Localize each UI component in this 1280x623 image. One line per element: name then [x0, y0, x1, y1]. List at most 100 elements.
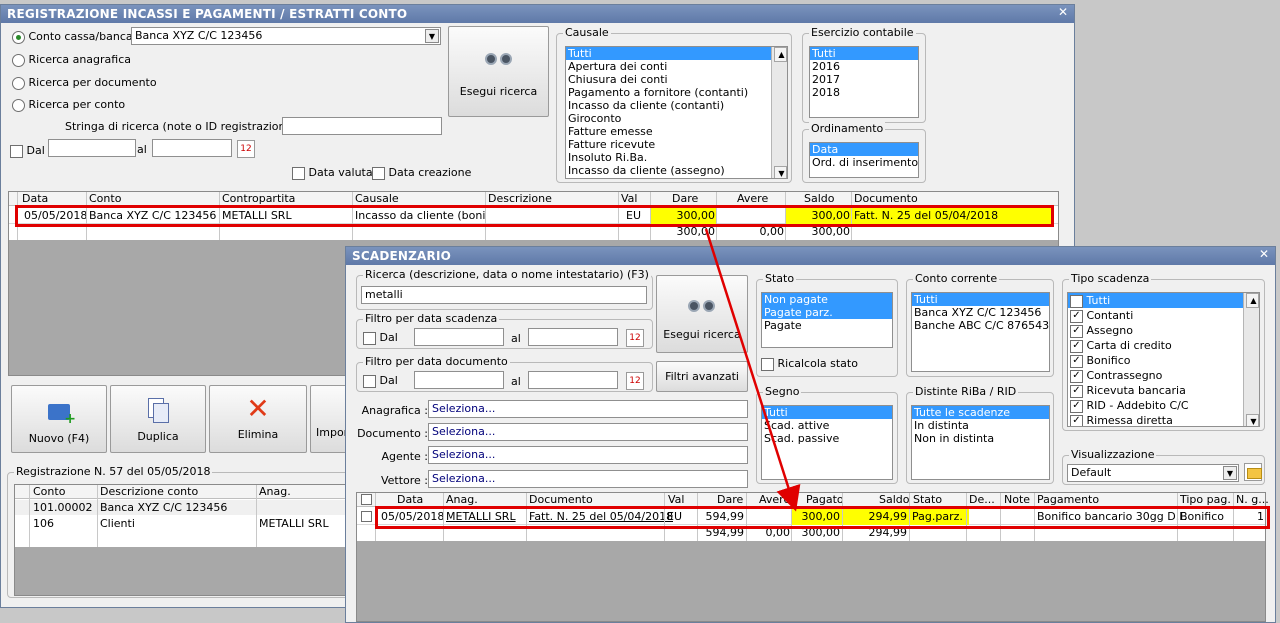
table-row[interactable]: 101.00002 Banca XYZ C/C 123456 [15, 500, 350, 515]
col-saldo[interactable]: Saldo [804, 192, 835, 206]
col-val[interactable]: Val [668, 493, 684, 507]
col-data[interactable]: Data [397, 493, 423, 507]
col-pagato[interactable]: Pagato [806, 493, 844, 507]
table-row[interactable]: 106 Clienti METALLI SRL [15, 516, 350, 531]
col-ng[interactable]: N. g... [1236, 493, 1269, 507]
stato-list[interactable]: Non pagate Pagate parz. Pagate [761, 292, 893, 348]
close-icon[interactable]: ✕ [1259, 247, 1269, 261]
filtri-avanzati-button[interactable]: Filtri avanzati [656, 361, 748, 392]
list-item[interactable]: Fatture emesse [566, 125, 787, 138]
list-item[interactable]: ✓ Ricevuta bancaria [1068, 383, 1259, 398]
date-to-input[interactable] [152, 139, 232, 157]
ordinamento-list[interactable]: Data Ord. di inserimento [809, 142, 919, 178]
col-dare[interactable]: Dare [672, 192, 698, 206]
list-item[interactable]: Tutti [810, 47, 918, 60]
anagrafica-select[interactable]: Seleziona... [428, 400, 748, 418]
chevron-down-icon[interactable]: ▼ [1223, 466, 1237, 480]
col-val[interactable]: Val [621, 192, 637, 206]
data-valuta-checkbox[interactable]: Data valuta [292, 166, 373, 180]
scroll-down-icon[interactable]: ▼ [774, 166, 787, 178]
dal-checkbox[interactable]: Dal [10, 144, 45, 158]
select-all-checkbox[interactable] [361, 494, 372, 505]
list-item[interactable]: ✓ Contrassegno [1068, 368, 1259, 383]
data-creazione-checkbox[interactable]: Data creazione [372, 166, 471, 180]
distinte-list[interactable]: Tutte le scadenze In distinta Non in dis… [911, 405, 1050, 480]
dal-checkbox[interactable]: Dal [363, 374, 398, 388]
list-item[interactable]: Pagate parz. [762, 306, 892, 319]
esercizio-list[interactable]: Tutti 2016 2017 2018 [809, 46, 919, 118]
list-item[interactable]: Non pagate [762, 293, 892, 306]
list-item[interactable]: Pagamento a fornitore (contanti) [566, 86, 787, 99]
list-item[interactable]: Non in distinta [912, 432, 1049, 445]
col-de[interactable]: De... [969, 493, 995, 507]
col-dare[interactable]: Dare [717, 493, 743, 507]
list-item[interactable]: ✓ Carta di credito [1068, 338, 1259, 353]
list-item[interactable]: ✓ Bonifico [1068, 353, 1259, 368]
list-item[interactable]: ✓ Tutti [1068, 293, 1259, 308]
list-item[interactable]: Banca XYZ C/C 123456 [912, 306, 1049, 319]
search-button[interactable]: Esegui ricerca [656, 275, 748, 353]
scroll-down-icon[interactable]: ▼ [1246, 414, 1259, 426]
col-conto[interactable]: Conto [89, 192, 121, 206]
col-pagamento[interactable]: Pagamento [1037, 493, 1099, 507]
search-string-input[interactable] [282, 117, 442, 135]
radio-conto[interactable]: Ricerca per conto [12, 98, 125, 112]
folder-icon[interactable] [1244, 463, 1262, 481]
scroll-up-icon[interactable]: ▲ [1246, 293, 1259, 308]
list-item[interactable]: ✓ Rimessa diretta [1068, 413, 1259, 426]
date-from-input[interactable] [414, 328, 504, 346]
list-item[interactable]: Tutte le scadenze [912, 406, 1049, 419]
conto-corrente-list[interactable]: Tutti Banca XYZ C/C 123456 Banche ABC C/… [911, 292, 1050, 372]
causale-list[interactable]: Tutti Apertura dei conti Chiusura dei co… [565, 46, 788, 179]
col-descrizione-conto[interactable]: Descrizione conto [100, 485, 198, 499]
list-item[interactable]: Insoluto Ri.Ba. [566, 151, 787, 164]
list-item[interactable]: 2017 [810, 73, 918, 86]
col-documento[interactable]: Documento [529, 493, 593, 507]
search-button[interactable]: Esegui ricerca [448, 26, 549, 117]
col-stato[interactable]: Stato [913, 493, 942, 507]
date-to-input[interactable] [528, 371, 618, 389]
col-causale[interactable]: Causale [355, 192, 399, 206]
col-tipo-pag[interactable]: Tipo pag. [1180, 493, 1231, 507]
list-item[interactable]: ✓ Assegno [1068, 323, 1259, 338]
col-avere[interactable]: Avere [759, 493, 790, 507]
list-item[interactable]: 2016 [810, 60, 918, 73]
list-item[interactable]: ✓ RID - Addebito C/C [1068, 398, 1259, 413]
chevron-down-icon[interactable]: ▼ [425, 29, 439, 43]
ricerca-input[interactable]: metalli [361, 286, 647, 304]
col-documento[interactable]: Documento [854, 192, 918, 206]
col-anag[interactable]: Anag. [259, 485, 291, 499]
import-button[interactable]: Import [310, 385, 350, 453]
list-item[interactable]: Banche ABC C/C 876543 [912, 319, 1049, 332]
col-anag[interactable]: Anag. [446, 493, 478, 507]
close-icon[interactable]: ✕ [1058, 5, 1068, 19]
nuovo-button[interactable]: + Nuovo (F4) [11, 385, 107, 453]
calendar-icon[interactable]: 12 [626, 372, 644, 390]
elimina-button[interactable]: ✕ Elimina [209, 385, 307, 453]
list-item[interactable]: In distinta [912, 419, 1049, 432]
scrollbar[interactable]: ▲ ▼ [771, 47, 787, 178]
list-item[interactable]: 2018 [810, 86, 918, 99]
list-item[interactable]: Pagate [762, 319, 892, 332]
scroll-up-icon[interactable]: ▲ [774, 47, 787, 62]
duplica-button[interactable]: Duplica [110, 385, 206, 453]
documento-select[interactable]: Seleziona... [428, 423, 748, 441]
col-contropartita[interactable]: Contropartita [222, 192, 295, 206]
list-item[interactable]: Incasso da cliente (contanti) [566, 99, 787, 112]
col-descrizione[interactable]: Descrizione [488, 192, 552, 206]
list-item[interactable]: Giroconto [566, 112, 787, 125]
calendar-icon[interactable]: 12 [626, 329, 644, 347]
radio-conto-cassa[interactable]: Conto cassa/banca [12, 30, 133, 44]
list-item[interactable]: Apertura dei conti [566, 60, 787, 73]
radio-documento[interactable]: Ricerca per documento [12, 76, 157, 90]
list-item[interactable]: Tutti [762, 406, 892, 419]
list-item[interactable]: Scad. passive [762, 432, 892, 445]
segno-list[interactable]: Tutti Scad. attive Scad. passive [761, 405, 893, 480]
bank-account-select[interactable]: Banca XYZ C/C 123456 ▼ [131, 27, 441, 45]
col-note[interactable]: Note [1004, 493, 1030, 507]
list-item[interactable]: Tutti [912, 293, 1049, 306]
radio-anagrafica[interactable]: Ricerca anagrafica [12, 53, 131, 67]
date-from-input[interactable] [414, 371, 504, 389]
calendar-icon[interactable]: 12 [237, 140, 255, 158]
list-item[interactable]: Incasso da cliente (assegno) [566, 164, 787, 177]
